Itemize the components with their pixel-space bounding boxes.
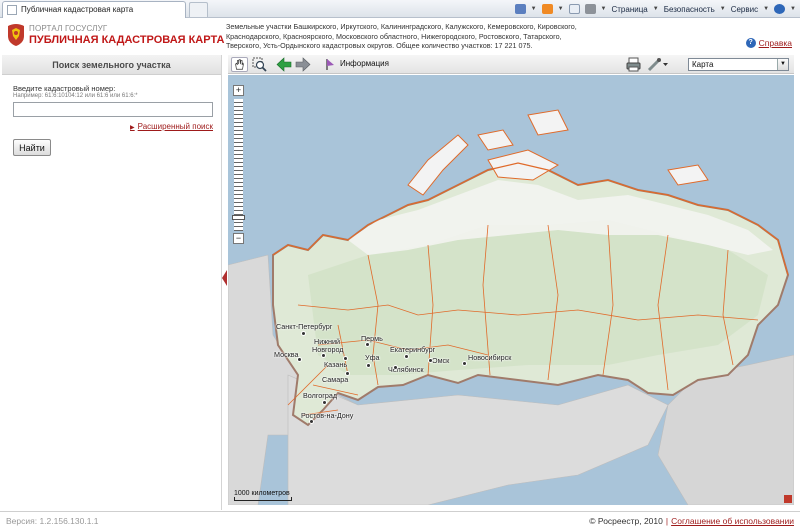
city-label[interactable]: Омск	[432, 356, 449, 365]
chevron-down-icon[interactable]: ▼	[653, 6, 659, 12]
copyright-text: © Росреестр, 2010	[589, 516, 663, 526]
safety-menu[interactable]: Безопасность	[664, 5, 715, 14]
separator: |	[665, 516, 669, 526]
measure-tools-icon[interactable]	[647, 57, 669, 72]
city-label[interactable]: Москва	[274, 350, 299, 359]
coat-of-arms-icon	[8, 24, 24, 46]
browser-tabbar: Публичная кадастровая карта ▼ ▼ ▼ Страни…	[0, 0, 800, 18]
city-marker[interactable]	[343, 356, 348, 361]
map-layer-value: Карта	[692, 60, 714, 69]
site-header: ПОРТАЛ ГОСУСЛУГ ПУБЛИЧНАЯ КАДАСТРОВАЯ КА…	[0, 19, 800, 53]
city-label[interactable]: Пермь	[361, 334, 383, 343]
page-menu[interactable]: Страница	[611, 5, 647, 14]
browser-tab[interactable]: Публичная кадастровая карта	[2, 1, 186, 18]
city-marker[interactable]	[309, 419, 314, 424]
chevron-down-icon[interactable]: ▼	[601, 6, 607, 12]
coverage-info-line: Тверского, Усть-Ордынского кадастровых о…	[226, 41, 533, 50]
city-marker[interactable]	[345, 371, 350, 376]
city-marker[interactable]	[404, 354, 409, 359]
scale-line	[234, 497, 292, 501]
chevron-down-icon[interactable]: ▼	[720, 6, 726, 12]
advanced-search-link[interactable]: ▶ Расширенный поиск	[130, 122, 213, 131]
chevron-down-icon[interactable]: ▼	[790, 6, 796, 12]
print-icon[interactable]	[584, 4, 596, 14]
chevron-down-icon[interactable]: ▼	[558, 6, 564, 12]
cadastral-number-label: Введите кадастровый номер:	[13, 84, 116, 93]
scale-bar: 1000 километров	[234, 490, 292, 501]
city-marker[interactable]	[301, 331, 306, 336]
help-icon[interactable]: ?	[745, 38, 756, 48]
scale-label: 1000 километров	[234, 490, 290, 497]
arrow-right-icon[interactable]	[295, 57, 311, 72]
portal-name: ПОРТАЛ ГОСУСЛУГ	[29, 24, 108, 33]
mail-icon[interactable]	[568, 4, 580, 14]
city-marker[interactable]	[366, 363, 371, 368]
arctic-island	[527, 109, 569, 136]
chevron-down-icon[interactable]: ▼	[531, 6, 537, 12]
help-icon[interactable]	[774, 4, 786, 14]
resize-corner[interactable]	[784, 495, 792, 503]
zoom-in-button[interactable]: +	[233, 85, 244, 96]
find-button[interactable]: Найти	[13, 139, 51, 156]
agreement-link[interactable]: Соглашение об использовании	[671, 516, 794, 526]
zoom-out-button[interactable]: −	[233, 233, 244, 244]
cadastral-number-hint: Например: 61:6:10104:12 или 61:6 или 61:…	[13, 93, 138, 99]
info-pointer-icon[interactable]	[324, 57, 336, 72]
city-marker[interactable]	[462, 361, 467, 366]
city-label[interactable]: Казань	[324, 360, 347, 369]
collapse-panel-icon[interactable]	[222, 270, 227, 286]
favicon-icon	[7, 5, 17, 15]
city-marker[interactable]	[428, 358, 433, 363]
tab-title: Публичная кадастровая карта	[21, 5, 134, 14]
arrow-left-icon[interactable]	[276, 57, 292, 72]
city-label[interactable]: Уфа	[365, 353, 379, 362]
arctic-island	[667, 164, 709, 186]
city-label[interactable]: Екатеринбург	[390, 345, 435, 354]
print-icon[interactable]	[626, 57, 641, 72]
advanced-search-label: Расширенный поиск	[137, 122, 213, 131]
city-label[interactable]: Санкт-Петербург	[276, 322, 332, 331]
zoom-ticks	[234, 99, 243, 231]
city-label[interactable]: Волгоград	[303, 391, 337, 400]
coverage-info: Земельные участки Башкирского, Иркутског…	[226, 22, 586, 51]
page-title: ПУБЛИЧНАЯ КАДАСТРОВАЯ КАРТА	[29, 34, 225, 46]
cadastral-number-input[interactable]	[13, 102, 213, 117]
page-footer: Версия: 1.2.156.130.1.1 © Росреестр, 201…	[0, 511, 800, 529]
coverage-info-line: Земельные участки Башкирского, Иркутског…	[226, 22, 577, 31]
info-tool-label[interactable]: Информация	[340, 59, 389, 68]
map-canvas[interactable]: + − Санкт-Петербург Нижний Новгород Перм…	[228, 75, 794, 505]
city-marker[interactable]	[365, 342, 370, 347]
home-icon[interactable]	[514, 4, 526, 14]
tools-menu[interactable]: Сервис	[731, 5, 758, 14]
search-panel-title: Поиск земельного участка	[2, 55, 221, 75]
city-label[interactable]: Новгород	[312, 345, 344, 354]
map-graphic	[228, 109, 794, 505]
chevron-down-icon[interactable]: ▼	[777, 59, 788, 70]
help-link[interactable]: Справка	[759, 38, 792, 48]
zoom-slider[interactable]: + −	[232, 85, 245, 245]
map-layer-select[interactable]: Карта ▼	[688, 58, 789, 71]
copyright-group: © Росреестр, 2010 | Соглашение об использо…	[589, 516, 794, 526]
zoom-handle[interactable]	[232, 215, 245, 220]
city-marker[interactable]	[297, 357, 302, 362]
new-tab-button[interactable]	[189, 2, 208, 17]
chevron-down-icon[interactable]: ▼	[763, 6, 769, 12]
command-bar: ▼ ▼ ▼ Страница ▼ Безопасность ▼ Сервис ▼ ▼	[514, 2, 796, 16]
zoom-box-icon[interactable]	[252, 57, 267, 72]
city-label[interactable]: Новосибирск	[468, 353, 511, 362]
city-label[interactable]: Самара	[322, 375, 348, 384]
city-marker[interactable]	[321, 353, 326, 358]
coverage-info-line: Краснодарского, Красноярского, Московско…	[226, 31, 562, 41]
search-panel: Поиск земельного участка Введите кадастр…	[0, 55, 222, 510]
city-marker[interactable]	[322, 400, 327, 405]
pan-hand-icon[interactable]	[231, 57, 248, 72]
version-text: Версия: 1.2.156.130.1.1	[6, 516, 99, 526]
map-toolbar: Информация Карта ▼	[228, 55, 794, 74]
help-link-group: ? Справка	[745, 38, 792, 48]
city-marker[interactable]	[393, 365, 398, 370]
feeds-icon[interactable]	[541, 4, 553, 14]
arctic-island	[477, 129, 514, 151]
triangle-right-icon: ▶	[130, 125, 135, 131]
